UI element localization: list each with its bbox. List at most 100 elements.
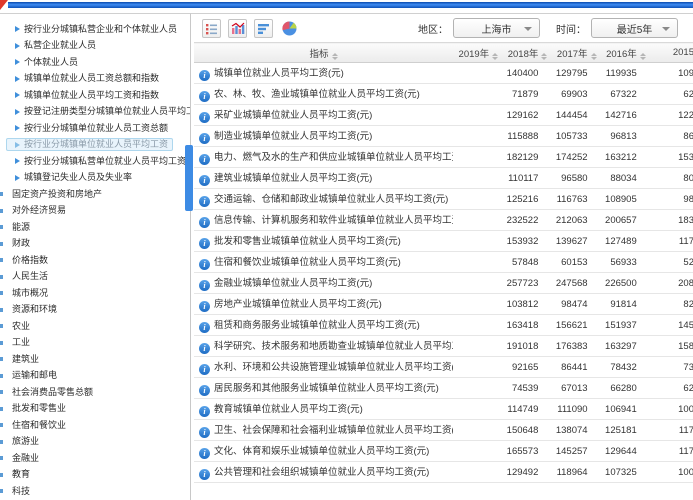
tree-bullet-icon [0,390,3,394]
table-row[interactable]: i采矿业城镇单位就业人员平均工资(元)129162144454142716122 [194,105,693,126]
column-chart-button[interactable] [228,19,247,38]
info-icon[interactable]: i [199,427,210,438]
tree-bullet-icon [0,341,3,345]
column-header-year[interactable]: 2018年 [502,43,551,63]
column-header-year[interactable]: 2019年 [453,43,502,63]
pie-chart-button[interactable] [280,19,299,38]
table-row[interactable]: i住宿和餐饮业城镇单位就业人员平均工资(元)57848601535693352 [194,252,693,273]
time-select[interactable]: 最近5年 [591,18,678,38]
tree-expand-arrow-icon[interactable] [15,175,20,181]
value-cell [453,231,502,252]
sidebar-item[interactable]: 城市概况 [0,285,190,302]
table-row[interactable]: i信息传输、计算机服务和软件业城镇单位就业人员平均工资(元)2325222120… [194,210,693,231]
info-icon[interactable]: i [199,301,210,312]
sidebar-item[interactable]: 财政 [0,236,190,253]
sidebar-item[interactable]: 对外经济贸易 [0,203,190,220]
info-icon[interactable]: i [199,259,210,270]
value-cell: 96813 [601,126,650,147]
bar-chart-button[interactable] [254,19,273,38]
table-row[interactable]: i电力、燃气及水的生产和供应业城镇单位就业人员平均工资(元)1821291742… [194,147,693,168]
info-icon[interactable]: i [199,343,210,354]
sidebar-item[interactable]: 按登记注册类型分城镇单位就业人员平均工 [0,104,190,121]
table-row[interactable]: i城镇单位就业人员平均工资(元)140400129795119935109 [194,63,693,84]
sidebar-item[interactable]: 批发和零售业 [0,401,190,418]
table-row[interactable]: i交通运输、仓储和邮政业城镇单位就业人员平均工资(元)1252161167631… [194,189,693,210]
info-icon[interactable]: i [199,469,210,480]
tree-expand-arrow-icon[interactable] [15,76,20,82]
info-icon[interactable]: i [199,196,210,207]
sidebar-item[interactable]: 人民生活 [0,269,190,286]
sidebar-item[interactable]: 城镇单位就业人员工资总额和指数 [0,71,190,88]
column-header-indicator[interactable]: 指标 [194,43,453,63]
sidebar-item[interactable]: 教育 [0,467,190,484]
info-icon[interactable]: i [199,448,210,459]
sidebar-item[interactable]: 旅游业 [0,434,190,451]
table-row[interactable]: i教育城镇单位就业人员平均工资(元)114749111090106941100 [194,399,693,420]
tree-expand-arrow-icon[interactable] [15,92,20,98]
table-row[interactable]: i农、林、牧、渔业城镇单位就业人员平均工资(元)7187969903673226… [194,84,693,105]
sidebar-item[interactable]: 社会消费品零售总额 [0,384,190,401]
info-icon[interactable]: i [199,133,210,144]
sidebar-item[interactable]: 城镇登记失业人员及失业率 [0,170,190,187]
list-view-button[interactable] [202,19,221,38]
table-row[interactable]: i文化、体育和娱乐业城镇单位就业人员平均工资(元)165573145257129… [194,441,693,462]
sidebar-item[interactable]: 资源和环境 [0,302,190,319]
tree-expand-arrow-icon[interactable] [15,158,20,164]
sidebar-item[interactable]: 建筑业 [0,351,190,368]
table-row[interactable]: i批发和零售业城镇单位就业人员平均工资(元)153932139627127489… [194,231,693,252]
table-row[interactable]: i科学研究、技术服务和地质勘查业城镇单位就业人员平均工资(元)191018176… [194,336,693,357]
table-row[interactable]: i金融业城镇单位就业人员平均工资(元)257723247568226500208 [194,273,693,294]
info-icon[interactable]: i [199,322,210,333]
table-row[interactable]: i公共管理和社会组织城镇单位就业人员平均工资(元)129492118964107… [194,462,693,483]
sidebar-scrollbar-thumb[interactable] [185,145,193,211]
sidebar-item-label: 农业 [12,322,30,331]
tree-expand-arrow-icon[interactable] [15,26,20,32]
sidebar-item[interactable]: 工业 [0,335,190,352]
tree-expand-arrow-icon[interactable] [15,142,20,148]
sidebar-item[interactable]: 按行业分城镇私营单位就业人员平均工资 [0,153,190,170]
info-icon[interactable]: i [199,385,210,396]
info-icon[interactable]: i [199,217,210,228]
info-icon[interactable]: i [199,364,210,375]
info-icon[interactable]: i [199,70,210,81]
sidebar-item[interactable]: 个体就业人员 [0,54,190,71]
table-row[interactable]: i居民服务和其他服务业城镇单位就业人员平均工资(元)74539670136628… [194,378,693,399]
sidebar-item[interactable]: 住宿和餐饮业 [0,417,190,434]
table-row[interactable]: i水利、环境和公共设施管理业城镇单位就业人员平均工资(元)92165864417… [194,357,693,378]
sidebar-item[interactable]: 按行业分城镇私营企业和个体就业人员 [0,21,190,38]
value-cell: 163212 [601,147,650,168]
sidebar-item[interactable]: 私营企业就业人员 [0,38,190,55]
column-header-year[interactable]: 2017年 [551,43,600,63]
tree-expand-arrow-icon[interactable] [15,125,20,131]
info-icon[interactable]: i [199,175,210,186]
sidebar-item[interactable]: 按行业分城镇单位就业人员工资总额 [0,120,190,137]
sidebar-item[interactable]: 科技 [0,483,190,500]
sidebar-item[interactable]: 农业 [0,318,190,335]
tree-expand-arrow-icon[interactable] [15,109,20,115]
sidebar-item[interactable]: 能源 [0,219,190,236]
tree-expand-arrow-icon[interactable] [15,43,20,49]
table-row[interactable]: i建筑业城镇单位就业人员平均工资(元)110117965808803480 [194,168,693,189]
info-icon[interactable]: i [199,154,210,165]
info-icon[interactable]: i [199,91,210,102]
table-row[interactable]: i卫生、社会保障和社会福利业城镇单位就业人员平均工资(元)15064813807… [194,420,693,441]
info-icon[interactable]: i [199,280,210,291]
column-header-year[interactable]: 2016年 [601,43,650,63]
region-select[interactable]: 上海市 [453,18,540,38]
sidebar-item[interactable]: 按行业分城镇单位就业人员平均工资 [0,137,190,154]
info-icon[interactable]: i [199,112,210,123]
sidebar-item[interactable]: 价格指数 [0,252,190,269]
column-header-year[interactable]: 2015 [650,43,693,63]
sidebar-item[interactable]: 金融业 [0,450,190,467]
tree-expand-arrow-icon[interactable] [15,59,20,65]
info-icon[interactable]: i [199,406,210,417]
info-icon[interactable]: i [199,238,210,249]
sidebar-item-label: 社会消费品零售总额 [12,388,93,397]
sidebar-item[interactable]: 固定资产投资和房地产 [0,186,190,203]
table-row[interactable]: i房地产业城镇单位就业人员平均工资(元)103812984749181482 [194,294,693,315]
table-row[interactable]: i租赁和商务服务业城镇单位就业人员平均工资(元)1634181566211519… [194,315,693,336]
tree-bullet-icon [0,456,3,460]
table-row[interactable]: i制造业城镇单位就业人员平均工资(元)1158881057339681386 [194,126,693,147]
sidebar-item[interactable]: 城镇单位就业人员平均工资和指数 [0,87,190,104]
sidebar-item[interactable]: 运输和邮电 [0,368,190,385]
